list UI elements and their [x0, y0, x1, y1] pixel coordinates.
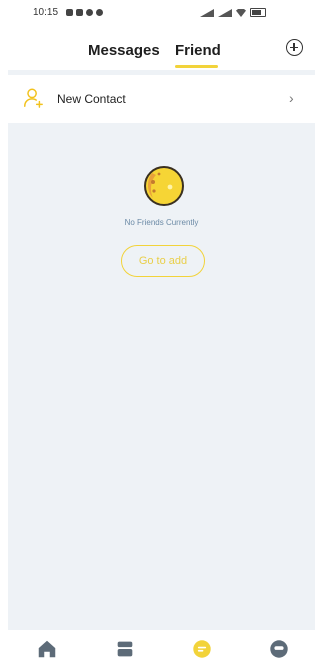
empty-state: No Friends Currently Go to add — [8, 165, 315, 295]
home-icon[interactable] — [36, 638, 58, 660]
signal-icon — [218, 9, 232, 17]
signal-icon — [200, 9, 214, 17]
empty-planet-icon — [144, 166, 184, 206]
tab-messages[interactable]: Messages — [88, 42, 160, 59]
empty-message: No Friends Currently — [124, 218, 199, 227]
profile-icon[interactable] — [268, 638, 290, 660]
header: Messages Friend — [0, 30, 315, 72]
tab-friend[interactable]: Friend — [175, 42, 221, 59]
add-circle-icon[interactable] — [286, 39, 303, 56]
new-contact-row[interactable]: New Contact › — [8, 75, 315, 123]
system-icons — [200, 8, 266, 17]
add-user-icon — [24, 88, 43, 108]
status-time: 10:15 — [33, 7, 59, 18]
go-to-add-button[interactable]: Go to add — [121, 245, 205, 277]
bottom-nav — [0, 636, 315, 665]
dot-icon — [96, 9, 103, 16]
chevron-right-icon: › — [289, 90, 294, 106]
status-bar: 10:15 — [0, 0, 315, 26]
friend-list-panel: New Contact › No Friends Currently Go to… — [8, 70, 315, 630]
active-tab-indicator — [175, 65, 218, 68]
shield-icon — [66, 9, 73, 16]
wifi-icon — [236, 9, 246, 17]
calendar-icon — [76, 9, 83, 16]
battery-icon — [250, 8, 266, 17]
app-icon — [86, 9, 93, 16]
chat-icon[interactable] — [191, 638, 213, 660]
new-contact-label: New Contact — [57, 92, 126, 106]
store-icon[interactable] — [114, 638, 136, 660]
notification-icons — [66, 9, 103, 16]
